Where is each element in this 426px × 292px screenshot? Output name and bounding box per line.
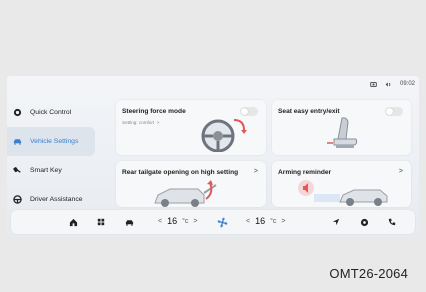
chevron-right-icon: > — [253, 168, 258, 175]
temp-unit: °c — [182, 217, 189, 225]
tailgate-card[interactable]: Rear tailgate opening on high setting > — [116, 161, 266, 207]
sidebar-item-label: Smart Key — [30, 167, 62, 174]
sidebar-item-smart-key[interactable]: Smart Key — [7, 156, 95, 185]
seat-entry-card[interactable]: Seat easy entry/exit — [272, 100, 411, 155]
card-title: Steering force mode — [122, 108, 186, 115]
sidebar-item-label: Vehicle Settings — [30, 138, 79, 145]
sidebar-item-label: Driver Assistance — [30, 196, 83, 203]
car-icon[interactable] — [123, 216, 135, 228]
signal-icon — [385, 81, 392, 88]
home-icon[interactable] — [67, 216, 79, 228]
card-subtitle: Setting: comfort > — [122, 120, 160, 125]
steering-wheel-illustration — [201, 119, 247, 152]
right-temperature-value: 16 — [255, 216, 266, 226]
sidebar-item-label: Quick Control — [30, 109, 72, 116]
sidebar-item-vehicle-settings[interactable]: Vehicle Settings — [7, 127, 95, 156]
music-icon[interactable] — [358, 216, 370, 228]
navigation-icon[interactable] — [330, 216, 342, 228]
status-bar: 09:02 — [370, 76, 419, 92]
card-title: Rear tailgate opening on high setting — [122, 169, 239, 176]
infotainment-screen: 09:02 Quick Control Vehicle Settings Sma… — [7, 76, 419, 237]
key-icon — [13, 166, 22, 175]
sidebar: Quick Control Vehicle Settings Smart Key… — [7, 98, 95, 214]
arming-illustration — [298, 180, 388, 206]
temp-unit: °c — [270, 217, 277, 225]
clock: 09:02 — [399, 81, 415, 87]
quick-control-icon — [13, 108, 22, 117]
steering-assist-icon — [13, 195, 22, 204]
seat-entry-toggle[interactable] — [385, 107, 403, 116]
arming-reminder-card[interactable]: Arming reminder > — [272, 161, 411, 207]
chevron-right-icon: > — [398, 168, 403, 175]
left-temperature-control: < 16 °c > — [158, 216, 198, 226]
left-temperature-value: 16 — [167, 216, 178, 226]
recording-icon — [370, 81, 377, 88]
temp-increase-button[interactable]: > — [281, 218, 285, 225]
temp-decrease-button[interactable]: < — [246, 218, 250, 225]
sidebar-item-quick-control[interactable]: Quick Control — [7, 98, 95, 127]
card-title: Arming reminder — [278, 169, 332, 176]
fan-icon[interactable] — [215, 215, 229, 229]
tailgate-illustration — [154, 180, 217, 207]
seat-illustration — [327, 117, 358, 148]
steering-force-card[interactable]: Steering force mode Setting: comfort > — [116, 100, 266, 155]
bottom-dock: < 16 °c > < 16 °c > — [11, 210, 415, 234]
right-temperature-control: < 16 °c > — [246, 216, 286, 226]
figure-code: OMT26-2064 — [329, 266, 408, 281]
temp-increase-button[interactable]: > — [193, 218, 197, 225]
car-icon — [13, 137, 22, 146]
apps-icon[interactable] — [95, 216, 107, 228]
phone-icon[interactable] — [386, 216, 398, 228]
temp-decrease-button[interactable]: < — [158, 218, 162, 225]
